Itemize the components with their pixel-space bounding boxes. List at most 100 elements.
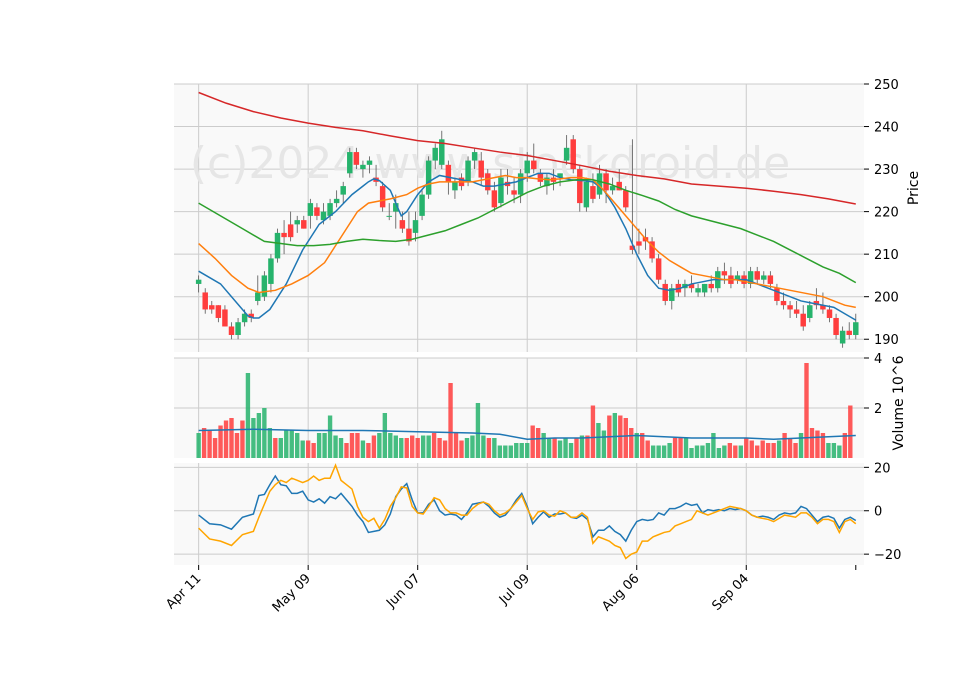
candle-body bbox=[623, 190, 629, 208]
volume-bar bbox=[815, 430, 820, 458]
volume-bar bbox=[683, 438, 689, 458]
volume-bar bbox=[366, 443, 371, 458]
candle-body bbox=[603, 173, 609, 191]
candle-body bbox=[399, 220, 406, 229]
volume-bar bbox=[760, 440, 765, 458]
volume-bar bbox=[629, 428, 634, 458]
candle-body bbox=[754, 271, 760, 280]
volume-bar bbox=[749, 440, 754, 458]
x-axis-tick-label: May 09 bbox=[270, 571, 314, 615]
volume-bar bbox=[765, 443, 771, 458]
volume-bar bbox=[234, 433, 240, 458]
candle-body bbox=[333, 198, 340, 204]
volume-bar bbox=[240, 420, 245, 458]
candle-body bbox=[583, 181, 590, 208]
volume-bar bbox=[574, 438, 579, 458]
volume-axis-tick-label: 4 bbox=[874, 352, 882, 367]
volume-bar bbox=[284, 430, 289, 458]
candle-body bbox=[287, 224, 294, 238]
candle-body bbox=[800, 313, 806, 327]
volume-bar bbox=[316, 433, 322, 458]
volume-bar bbox=[399, 438, 404, 458]
volume-bar bbox=[738, 445, 743, 458]
candle-body bbox=[340, 186, 346, 195]
price-axis-tick-label: 200 bbox=[874, 291, 899, 306]
volume-bar bbox=[530, 425, 535, 458]
x-axis-tick-label: Jun 07 bbox=[383, 571, 423, 611]
volume-bar bbox=[201, 428, 207, 458]
volume-bar bbox=[349, 433, 355, 458]
candle-body bbox=[485, 173, 491, 191]
candle-body bbox=[412, 220, 419, 233]
volume-bar bbox=[650, 445, 656, 458]
candle-body bbox=[478, 160, 484, 178]
volume-bar bbox=[694, 445, 700, 458]
volume-bar bbox=[371, 435, 377, 458]
candle-body bbox=[636, 241, 642, 246]
volume-bar bbox=[672, 438, 678, 458]
candle-body bbox=[780, 300, 787, 306]
volume-bar bbox=[415, 438, 420, 458]
volume-bar bbox=[689, 448, 694, 458]
candle-body bbox=[563, 147, 570, 161]
volume-bar bbox=[634, 433, 639, 458]
x-axis-tick-label: Sep 04 bbox=[710, 571, 753, 614]
candle-body bbox=[301, 220, 307, 229]
volume-bar bbox=[519, 443, 524, 458]
volume-bar bbox=[481, 435, 486, 458]
candle-body bbox=[366, 160, 373, 165]
candle-body bbox=[360, 164, 366, 170]
volume-bar bbox=[223, 420, 229, 458]
candle-body bbox=[701, 283, 708, 293]
volume-bar bbox=[289, 430, 294, 458]
candle-body bbox=[853, 322, 859, 335]
candle-body bbox=[793, 309, 800, 314]
price-axis-tick-label: 250 bbox=[874, 78, 899, 93]
oscillator-axis-tick-label: 0 bbox=[874, 505, 882, 520]
candle-body bbox=[577, 169, 583, 204]
volume-bar bbox=[503, 445, 508, 458]
candle-body bbox=[255, 292, 261, 301]
price-axis-tick-label: 230 bbox=[874, 163, 899, 178]
candle-body bbox=[353, 152, 360, 165]
volume-bar bbox=[585, 435, 590, 458]
volume-bar bbox=[514, 443, 519, 458]
volume-bar bbox=[645, 440, 650, 458]
volume-bar bbox=[393, 435, 398, 458]
volume-bar bbox=[327, 415, 333, 458]
volume-bar bbox=[744, 438, 749, 458]
candle-body bbox=[537, 173, 544, 182]
volume-bar bbox=[464, 438, 470, 458]
volume-bar bbox=[404, 438, 409, 458]
price-panel-bg bbox=[174, 84, 864, 352]
volume-bar bbox=[196, 433, 201, 458]
volume-bar bbox=[700, 445, 705, 458]
volume-axis-title: Volume 10^6 bbox=[891, 355, 907, 450]
volume-bar bbox=[262, 408, 267, 458]
candle-body bbox=[662, 283, 668, 301]
candle-body bbox=[655, 258, 662, 280]
volume-bar bbox=[311, 443, 316, 458]
volume-bar bbox=[612, 413, 618, 458]
oscillator-axis-tick-label: 20 bbox=[874, 461, 891, 476]
volume-bar bbox=[705, 443, 711, 458]
candle-body bbox=[524, 160, 530, 174]
candle-body bbox=[294, 220, 300, 225]
candle-body bbox=[215, 305, 222, 318]
volume-bar bbox=[377, 433, 382, 458]
candle-body bbox=[695, 288, 701, 293]
candle-body bbox=[531, 160, 537, 170]
volume-bar bbox=[722, 445, 727, 458]
candle-body bbox=[419, 194, 425, 216]
candle-body bbox=[590, 186, 596, 199]
candle-body bbox=[833, 317, 839, 335]
volume-bar bbox=[656, 445, 661, 458]
candle-body bbox=[274, 232, 281, 259]
volume-bar bbox=[305, 440, 311, 458]
candle-body bbox=[347, 152, 353, 174]
candle-body bbox=[465, 160, 471, 182]
volume-bar bbox=[727, 443, 733, 458]
volume-bar bbox=[207, 430, 212, 458]
volume-bar bbox=[557, 440, 563, 458]
candle-body bbox=[281, 232, 287, 238]
